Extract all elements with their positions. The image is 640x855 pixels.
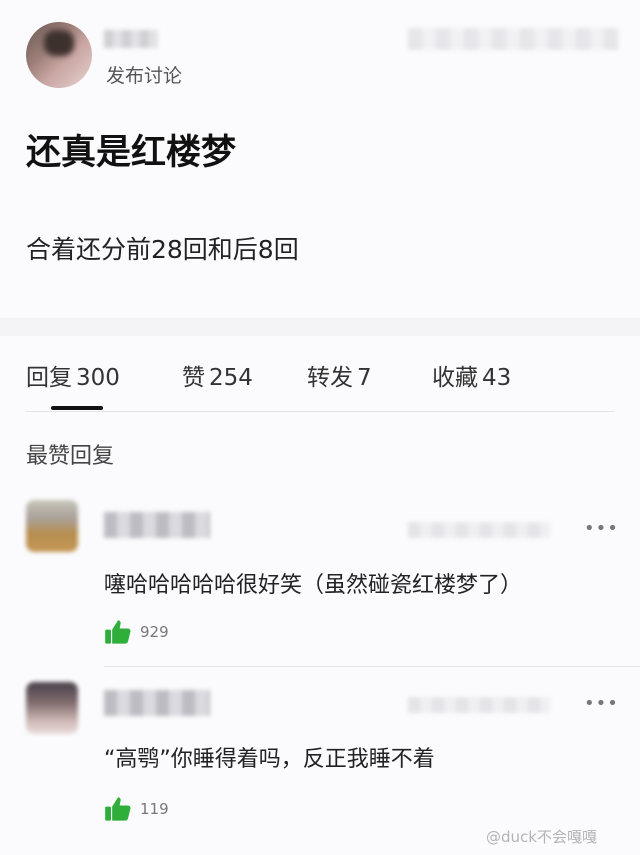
like-button[interactable]: 929: [104, 618, 169, 646]
tab-label: 收藏: [432, 365, 478, 391]
tab-reposts[interactable]: 转发 7: [307, 358, 372, 392]
post-action-label: 发布讨论: [106, 65, 183, 87]
author-avatar[interactable]: [26, 22, 92, 88]
tab-likes[interactable]: 赞 254: [182, 358, 253, 392]
reply-avatar[interactable]: [26, 682, 78, 734]
reply-author-blurred[interactable]: [104, 512, 210, 538]
post-title: 还真是红楼梦: [26, 133, 237, 173]
like-count: 929: [140, 623, 169, 641]
tab-replies[interactable]: 回复 300: [26, 358, 120, 392]
tab-count: 7: [357, 365, 372, 391]
post-meta-blurred: [408, 28, 618, 50]
active-tab-indicator: [51, 406, 103, 410]
tab-favorites[interactable]: 收藏 43: [432, 358, 511, 392]
watermark: @duck不会嘎嘎: [486, 828, 597, 846]
reply-text: 噻哈哈哈哈哈很好笑（虽然碰瓷红楼梦了）: [104, 573, 523, 598]
more-icon[interactable]: •••: [584, 693, 619, 714]
reply-divider: [104, 666, 640, 667]
tab-count: 300: [76, 365, 120, 391]
tab-count: 254: [209, 365, 253, 391]
thumbs-up-icon: [105, 620, 131, 644]
like-count: 119: [140, 800, 169, 818]
tab-label: 赞: [182, 365, 205, 391]
post-body: 合着还分前28回和后8回: [26, 235, 299, 264]
tab-label: 回复: [26, 365, 72, 391]
reply-time-blurred: [408, 697, 550, 713]
thumbs-up-icon: [105, 797, 131, 821]
reply-avatar[interactable]: [26, 500, 78, 552]
more-icon[interactable]: •••: [584, 518, 619, 539]
like-button[interactable]: 119: [104, 795, 169, 823]
reply-time-blurred: [408, 522, 550, 538]
post-card: 发布讨论 还真是红楼梦 合着还分前28回和后8回: [0, 0, 640, 318]
author-name-blurred[interactable]: [104, 30, 158, 48]
section-heading: 最赞回复: [26, 444, 115, 469]
tab-label: 转发: [307, 365, 353, 391]
tab-count: 43: [482, 365, 512, 391]
tabs-divider: [26, 411, 614, 412]
reply-author-blurred[interactable]: [104, 690, 210, 716]
reply-text: “高鹗”你睡得着吗，反正我睡不着: [104, 747, 435, 772]
